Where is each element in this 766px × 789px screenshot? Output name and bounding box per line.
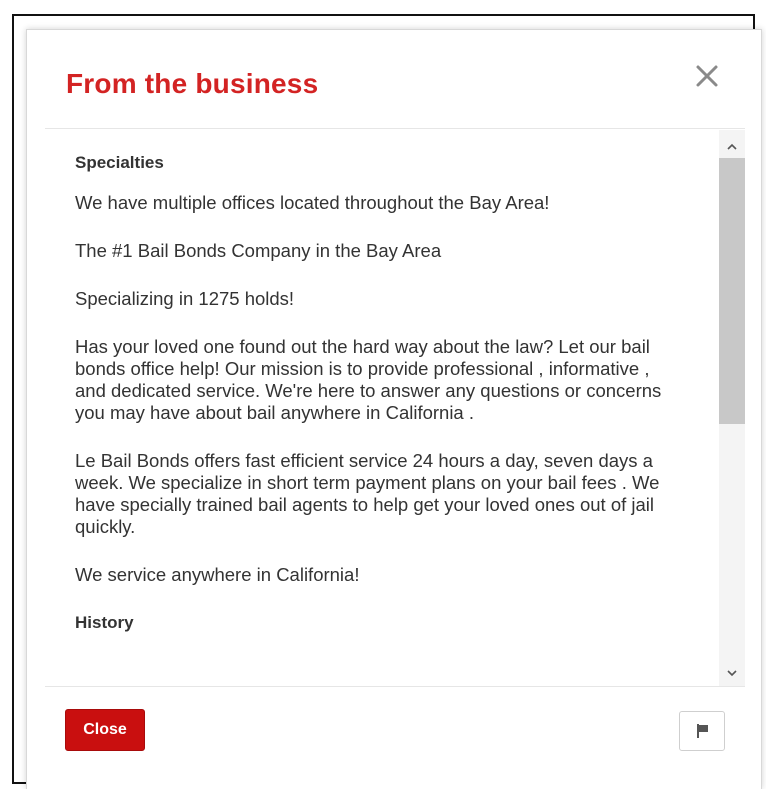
chevron-down-icon[interactable]	[725, 666, 739, 680]
specialties-paragraph: Specializing in 1275 holds!	[75, 288, 295, 309]
specialties-paragraph: Has your loved one found out the hard wa…	[75, 336, 662, 423]
specialties-heading: Specialties	[75, 153, 164, 172]
modal-title: From the business	[66, 68, 319, 99]
modal-content[interactable]: Specialties We have multiple offices loc…	[46, 130, 718, 686]
specialties-paragraph: The #1 Bail Bonds Company in the Bay Are…	[75, 240, 442, 261]
report-button[interactable]	[679, 711, 725, 751]
footer-divider	[45, 686, 745, 687]
chevron-up-icon[interactable]	[725, 140, 739, 154]
header-divider	[45, 128, 745, 129]
flag-icon	[697, 724, 708, 738]
specialties-paragraph: Le Bail Bonds offers fast efficient serv…	[75, 450, 660, 537]
from-the-business-modal: From the business Specialties We have mu…	[26, 29, 762, 789]
history-heading: History	[75, 613, 134, 632]
specialties-paragraph: We have multiple offices located through…	[75, 192, 550, 213]
modal-header: From the business	[27, 30, 761, 128]
specialties-paragraph: We service anywhere in California!	[75, 564, 360, 585]
close-icon[interactable]	[691, 60, 723, 92]
scrollbar-thumb[interactable]	[719, 158, 745, 424]
close-button[interactable]: Close	[65, 709, 145, 751]
content-scrollbar[interactable]	[719, 130, 745, 686]
